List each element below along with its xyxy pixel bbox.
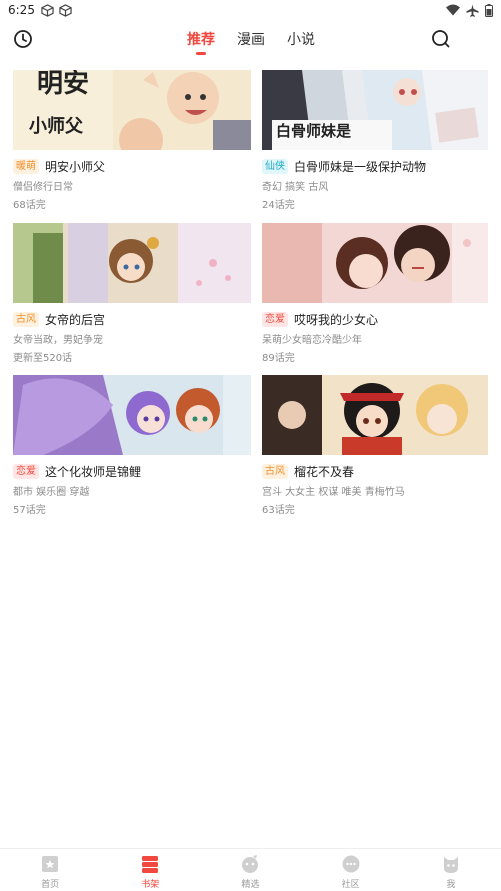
bookshelf-icon: [142, 856, 159, 873]
comic-card[interactable]: 古风 榴花不及春 宫斗 大女主 权谋 唯美 青梅竹马 63话完: [262, 375, 500, 516]
nav-label: 我: [446, 880, 456, 890]
nav-label: 社区: [341, 880, 360, 890]
top-nav: 推荐 漫画 小说: [0, 24, 501, 56]
comic-subtitle: 宫斗 大女主 权谋 唯美 青梅竹马: [262, 487, 405, 498]
episode-count: 89话完: [262, 353, 295, 364]
comic-cover[interactable]: [13, 375, 251, 455]
tab-comics[interactable]: 漫画: [236, 24, 266, 54]
comic-cover[interactable]: 明安 小师父: [13, 70, 251, 150]
comic-subtitle: 呆萌少女暗恋冷酷少年: [262, 335, 362, 346]
profile-cat-icon: [443, 857, 458, 873]
genre-tag: 暖萌: [13, 158, 39, 174]
tab-recommend[interactable]: 推荐: [186, 24, 216, 54]
comic-subtitle: 女帝当政，男妃争宠: [13, 335, 103, 346]
cover-title-text: 白骨师妹是: [276, 122, 352, 140]
search-icon[interactable]: [430, 28, 452, 50]
comic-subtitle: 都市 娱乐圈 穿越: [13, 487, 90, 498]
comic-card[interactable]: 明安 小师父 暖萌 明安小师父 僧侣修行日常 68话完: [13, 70, 251, 211]
comic-title: 哎呀我的少女心: [294, 312, 379, 327]
airplane-icon: [466, 3, 479, 17]
tab-novels[interactable]: 小说: [286, 24, 316, 54]
status-bar: 6:25: [0, 0, 501, 20]
episode-count: 63话完: [262, 505, 295, 516]
comic-subtitle: 僧侣修行日常: [13, 182, 73, 193]
nav-label: 精选: [241, 880, 260, 890]
home-star-icon: [42, 856, 59, 872]
genre-tag: 古风: [13, 311, 39, 327]
comic-cover[interactable]: 白骨师妹是: [262, 70, 500, 150]
nav-featured[interactable]: 精选: [200, 849, 300, 891]
history-clock-icon[interactable]: [12, 28, 34, 50]
comic-cover[interactable]: [262, 223, 500, 303]
comic-cover[interactable]: [13, 223, 251, 303]
status-time: 6:25: [8, 3, 35, 17]
wifi-icon: [446, 4, 460, 16]
episode-count: 24话完: [262, 200, 295, 211]
community-chat-icon: [342, 855, 360, 873]
episode-count: 更新至520话: [13, 353, 73, 364]
comic-title: 白骨师妹是一级保护动物: [294, 159, 427, 174]
nav-profile[interactable]: 我: [401, 849, 501, 891]
nav-community[interactable]: 社区: [301, 849, 401, 891]
comic-cover[interactable]: [262, 375, 500, 455]
active-tab-indicator: [196, 52, 206, 55]
nav-bookshelf[interactable]: 书架: [100, 849, 200, 891]
bottom-nav: 首页 书架 精选 社区 我: [0, 848, 501, 891]
episode-count: 68话完: [13, 200, 46, 211]
comic-title: 这个化妆师是锦鲤: [45, 464, 142, 479]
cover-title-text: 小师父: [29, 116, 83, 137]
comic-title: 明安小师父: [45, 159, 106, 174]
cube-icon: [41, 3, 54, 17]
comic-title: 榴花不及春: [294, 464, 355, 479]
comic-card[interactable]: 白骨师妹是 仙侠 白骨师妹是一级保护动物 奇幻 搞笑 古风 24话完: [262, 70, 500, 211]
comic-title: 女帝的后宫: [45, 312, 106, 327]
svg-text:明安: 明安: [37, 70, 89, 99]
comic-card[interactable]: 古风 女帝的后宫 女帝当政，男妃争宠 更新至520话: [13, 223, 251, 364]
featured-face-icon: [242, 855, 259, 873]
genre-tag: 古风: [262, 463, 288, 479]
comic-card[interactable]: 恋爱 这个化妆师是锦鲤 都市 娱乐圈 穿越 57话完: [13, 375, 251, 516]
cube-icon: [59, 3, 72, 17]
battery-icon: [485, 3, 493, 17]
comic-subtitle: 奇幻 搞笑 古风: [262, 182, 329, 193]
genre-tag: 仙侠: [262, 158, 288, 174]
comic-card[interactable]: 恋爱 哎呀我的少女心 呆萌少女暗恋冷酷少年 89话完: [262, 223, 500, 364]
episode-count: 57话完: [13, 505, 46, 516]
nav-label: 书架: [141, 880, 160, 890]
genre-tag: 恋爱: [262, 311, 288, 327]
nav-label: 首页: [41, 880, 60, 890]
genre-tag: 恋爱: [13, 463, 39, 479]
nav-home[interactable]: 首页: [0, 849, 100, 891]
